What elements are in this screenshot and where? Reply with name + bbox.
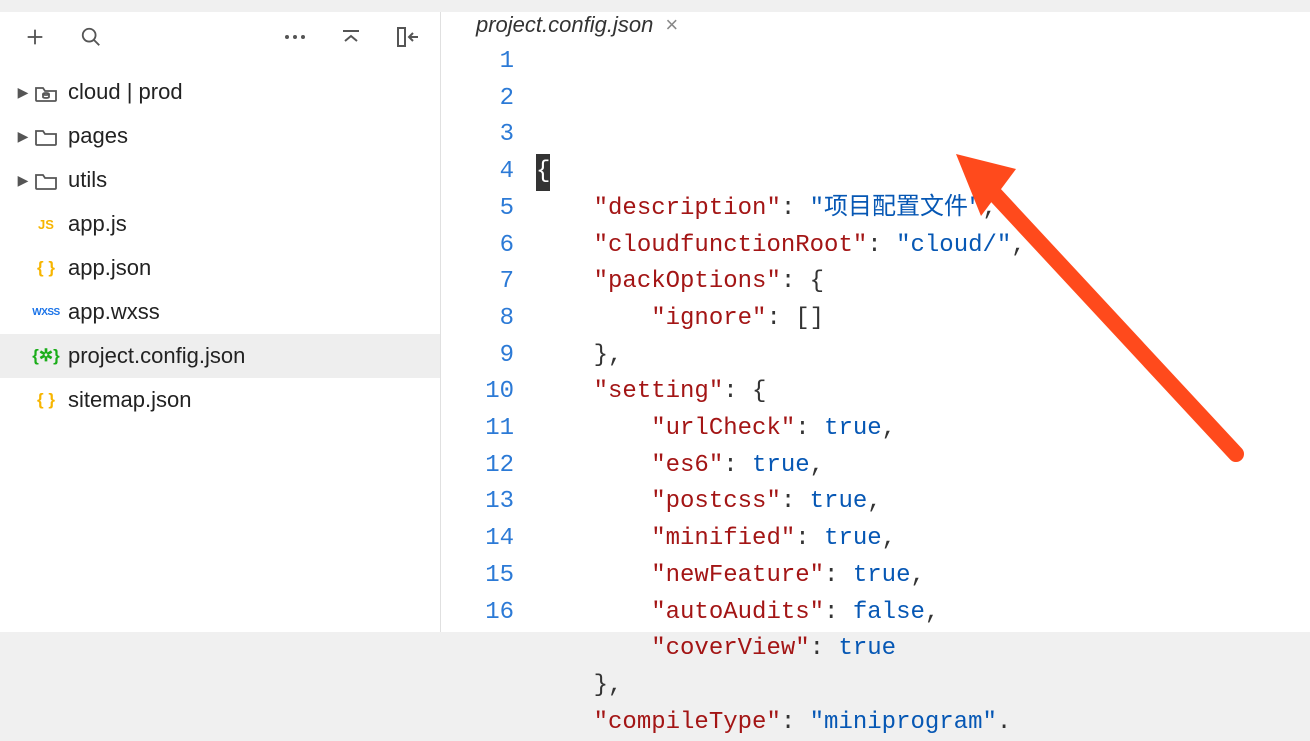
tree-item-label: project.config.json bbox=[68, 343, 245, 369]
collapse-icon[interactable] bbox=[340, 28, 362, 46]
code-line: { bbox=[536, 154, 1310, 191]
file-icon: { } bbox=[32, 258, 60, 278]
tab-bar: project.config.json × bbox=[441, 12, 1310, 38]
file-icon: WXSS bbox=[32, 307, 60, 318]
code-line: "cloudfunctionRoot": "cloud/", bbox=[536, 228, 1310, 265]
code-editor[interactable]: 12345678910111213141516 { "description":… bbox=[441, 38, 1310, 741]
tree-item-label: utils bbox=[68, 167, 107, 193]
tree-item-label: app.wxss bbox=[68, 299, 160, 325]
file-icon: {✲} bbox=[32, 346, 60, 366]
line-number: 14 bbox=[441, 521, 514, 558]
line-number: 13 bbox=[441, 484, 514, 521]
explorer-toolbar bbox=[0, 12, 440, 62]
line-number: 9 bbox=[441, 338, 514, 375]
tree-item-label: pages bbox=[68, 123, 128, 149]
tree-item-pages[interactable]: ▶ pages bbox=[0, 114, 440, 158]
code-line: "compileType": "miniprogram". bbox=[536, 705, 1310, 741]
tree-item-app-json[interactable]: { } app.json bbox=[0, 246, 440, 290]
tab-project-config[interactable]: project.config.json × bbox=[476, 12, 678, 38]
close-icon[interactable]: × bbox=[665, 12, 678, 38]
tab-label: project.config.json bbox=[476, 12, 653, 38]
file-icon bbox=[32, 82, 60, 102]
line-number: 5 bbox=[441, 191, 514, 228]
caret-icon: ▶ bbox=[14, 172, 32, 189]
line-number: 11 bbox=[441, 411, 514, 448]
file-icon bbox=[32, 126, 60, 146]
line-number: 7 bbox=[441, 264, 514, 301]
panel-toggle-icon[interactable] bbox=[396, 26, 420, 48]
code-line: "postcss": true, bbox=[536, 484, 1310, 521]
line-number: 1 bbox=[441, 44, 514, 81]
file-icon: { } bbox=[32, 390, 60, 410]
tree-item-label: app.json bbox=[68, 255, 151, 281]
file-icon: JS bbox=[32, 217, 60, 232]
file-icon bbox=[32, 170, 60, 190]
new-file-icon[interactable] bbox=[24, 26, 46, 48]
code-line: "urlCheck": true, bbox=[536, 411, 1310, 448]
code-line: "es6": true, bbox=[536, 448, 1310, 485]
line-number: 3 bbox=[441, 117, 514, 154]
tree-item-utils[interactable]: ▶ utils bbox=[0, 158, 440, 202]
line-number: 10 bbox=[441, 374, 514, 411]
search-icon[interactable] bbox=[80, 26, 102, 48]
line-number: 15 bbox=[441, 558, 514, 595]
caret-icon: ▶ bbox=[14, 128, 32, 145]
code-line: "coverView": true bbox=[536, 631, 1310, 668]
code-content[interactable]: { "description": "项目配置文件", "cloudfunctio… bbox=[536, 44, 1310, 741]
tree-item-label: cloud | prod bbox=[68, 79, 183, 105]
code-line: "description": "项目配置文件", bbox=[536, 191, 1310, 228]
code-line: "newFeature": true, bbox=[536, 558, 1310, 595]
tree-item-label: app.js bbox=[68, 211, 127, 237]
line-number: 4 bbox=[441, 154, 514, 191]
code-line: "packOptions": { bbox=[536, 264, 1310, 301]
code-line: "autoAudits": false, bbox=[536, 595, 1310, 632]
line-gutter: 12345678910111213141516 bbox=[441, 44, 536, 741]
file-explorer: ▶ cloud | prod ▶ pages ▶ utils JS app.js { } app.… bbox=[0, 12, 440, 632]
tree-item-app-wxss[interactable]: WXSS app.wxss bbox=[0, 290, 440, 334]
tree-item-project-config-json[interactable]: {✲} project.config.json bbox=[0, 334, 440, 378]
line-number: 2 bbox=[441, 81, 514, 118]
code-line: }, bbox=[536, 338, 1310, 375]
tree-item-sitemap-json[interactable]: { } sitemap.json bbox=[0, 378, 440, 422]
code-line: "ignore": [] bbox=[536, 301, 1310, 338]
more-icon[interactable] bbox=[284, 33, 306, 41]
file-tree: ▶ cloud | prod ▶ pages ▶ utils JS app.js { } app.… bbox=[0, 62, 440, 430]
code-line: "minified": true, bbox=[536, 521, 1310, 558]
caret-icon: ▶ bbox=[14, 84, 32, 101]
line-number: 16 bbox=[441, 595, 514, 632]
line-number: 8 bbox=[441, 301, 514, 338]
tree-item-cloud-prod[interactable]: ▶ cloud | prod bbox=[0, 70, 440, 114]
tree-item-app-js[interactable]: JS app.js bbox=[0, 202, 440, 246]
code-line: "setting": { bbox=[536, 374, 1310, 411]
editor-panel: project.config.json × 123456789101112131… bbox=[440, 12, 1310, 632]
tree-item-label: sitemap.json bbox=[68, 387, 192, 413]
line-number: 6 bbox=[441, 228, 514, 265]
code-line: }, bbox=[536, 668, 1310, 705]
line-number: 12 bbox=[441, 448, 514, 485]
